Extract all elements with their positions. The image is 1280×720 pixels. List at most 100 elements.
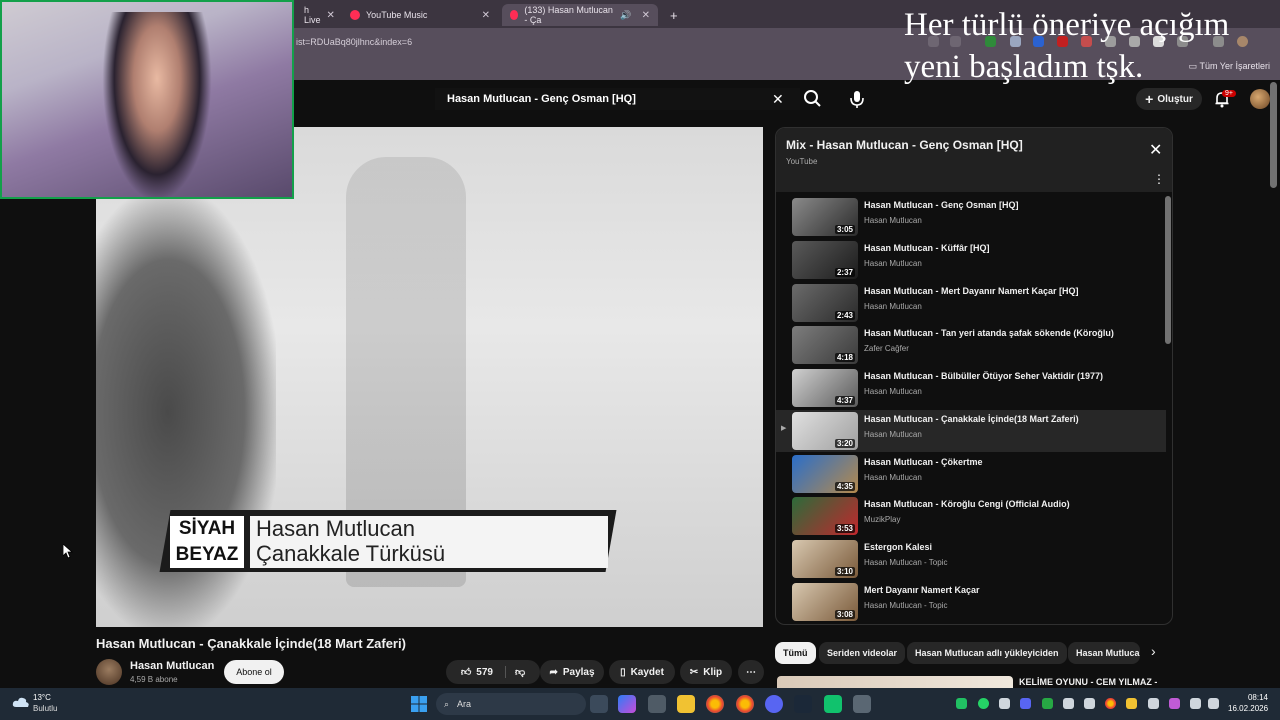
whatsapp-icon[interactable]	[978, 698, 989, 709]
recommendation-thumbnail[interactable]	[777, 676, 1013, 688]
create-button[interactable]: + Oluştur	[1136, 88, 1202, 110]
clock-date[interactable]: 16.02.2026	[1228, 704, 1268, 713]
caption-title: Hasan Mutlucan Çanakkale Türküsü	[250, 516, 608, 568]
microphone-icon[interactable]	[1169, 698, 1180, 709]
thumbs-down-icon[interactable]: 👎︎	[511, 666, 525, 678]
share-icon: ➦	[549, 666, 558, 678]
chrome-icon[interactable]	[1105, 698, 1116, 709]
network-icon[interactable]	[1190, 698, 1201, 709]
chevron-right-icon[interactable]: ›	[1151, 643, 1156, 659]
chrome-icon[interactable]	[736, 695, 754, 713]
cloud-icon	[12, 697, 29, 707]
volume-icon[interactable]	[1208, 698, 1219, 709]
video-thumbnail: 4:18	[792, 326, 858, 364]
clock-time[interactable]: 08:14	[1228, 693, 1268, 702]
windows-start-icon[interactable]	[410, 695, 428, 713]
taskbar-search-label: Ara	[457, 699, 472, 709]
close-icon[interactable]: ✕	[642, 10, 650, 21]
close-icon[interactable]: ✕	[482, 10, 490, 21]
item-channel: Hasan Mutlucan	[864, 259, 922, 268]
chip-uploader[interactable]: Hasan Mutlucan adlı yükleyiciden	[907, 642, 1067, 664]
speaker-icon[interactable]: 🔊	[620, 10, 631, 21]
account-avatar[interactable]	[1250, 89, 1270, 109]
playlist-item[interactable]: 4:37 Hasan Mutlucan - Bülbüller Ötüyor S…	[776, 367, 1166, 409]
tab-live[interactable]: h Live ✕	[296, 4, 338, 26]
tab-active-video[interactable]: (133) Hasan Mutlucan - Ça 🔊 ✕	[502, 4, 658, 26]
steam-icon[interactable]	[1084, 698, 1095, 709]
close-icon[interactable]: ✕	[327, 10, 335, 21]
duration-badge: 3:20	[834, 439, 855, 448]
steam-icon[interactable]	[794, 695, 812, 713]
playlist-item[interactable]: 2:43 Hasan Mutlucan - Mert Dayanır Namer…	[776, 282, 1166, 324]
chip-series[interactable]: Seriden videolar	[819, 642, 906, 664]
tray-icon[interactable]	[1063, 698, 1074, 709]
weather-description[interactable]: Bulutlu	[33, 704, 57, 713]
search-icon[interactable]	[800, 86, 826, 112]
item-channel: Hasan Mutlucan	[864, 387, 922, 396]
playlist-item-current[interactable]: ▶ 3:20 Hasan Mutlucan - Çanakkale İçinde…	[776, 410, 1166, 452]
playlist-item[interactable]: 3:05 Hasan Mutlucan - Genç Osman [HQ] Ha…	[776, 196, 1166, 238]
duration-badge: 4:35	[834, 482, 855, 491]
like-dislike-group: 👍︎ 579 👎︎	[446, 660, 540, 684]
microphone-icon[interactable]	[843, 86, 871, 112]
url-text[interactable]: ist=RDUaBq80jlhnc&index=6	[296, 37, 412, 47]
playlist-title: Mix - Hasan Mutlucan - Genç Osman [HQ]	[786, 138, 1023, 152]
item-title: Hasan Mutlucan - Mert Dayanır Namert Kaç…	[864, 286, 1079, 296]
tray-icon[interactable]	[999, 698, 1010, 709]
clip-button[interactable]: ✂ Klip	[680, 660, 732, 684]
tab-youtube-music[interactable]: YouTube Music ✕	[342, 4, 498, 26]
subscribe-button[interactable]: Abone ol	[224, 660, 284, 684]
app-icon[interactable]	[853, 695, 871, 713]
share-button[interactable]: ➦ Paylaş	[540, 660, 604, 684]
tray-icon[interactable]	[1148, 698, 1159, 709]
video-thumbnail: 4:37	[792, 369, 858, 407]
item-title: Hasan Mutlucan - Köroğlu Cengi (Official…	[864, 499, 1070, 509]
playlist-item[interactable]: 2:37 Hasan Mutlucan - Küffâr [HQ] Hasan …	[776, 239, 1166, 281]
like-button[interactable]: 👍︎ 579	[461, 666, 506, 678]
duration-badge: 2:37	[834, 268, 855, 277]
item-channel: Zafer Cağfer	[864, 344, 909, 353]
discord-icon[interactable]	[1020, 698, 1031, 709]
task-view-icon[interactable]	[590, 695, 608, 713]
item-channel: Hasan Mutlucan - Topic	[864, 558, 948, 567]
channel-avatar[interactable]	[96, 659, 122, 685]
playlist-item[interactable]: 4:35 Hasan Mutlucan - Çökertme Hasan Mut…	[776, 453, 1166, 495]
more-vert-icon[interactable]: ⋮	[1153, 172, 1165, 186]
youtube-music-icon	[350, 10, 360, 20]
profile-icon[interactable]	[1237, 36, 1248, 47]
caption-tag-line1: SİYAH	[178, 518, 236, 539]
file-explorer-icon[interactable]	[677, 695, 695, 713]
new-tab-button[interactable]: +	[662, 4, 682, 26]
search-value: Hasan Mutlucan - Genç Osman [HQ]	[447, 93, 636, 105]
webcam-overlay	[0, 0, 294, 199]
playlist-scrollbar[interactable]	[1165, 196, 1171, 344]
page-scrollbar[interactable]	[1270, 82, 1277, 188]
channel-name[interactable]: Hasan Mutlucan	[130, 660, 214, 672]
recommendation-title[interactable]: KELİME OYUNU - CEM YILMAZ -	[1019, 677, 1157, 687]
playlist-item[interactable]: 3:08 Mert Dayanır Namert Kaçar Hasan Mut…	[776, 581, 1166, 623]
weather-temperature[interactable]: 13°C	[33, 693, 51, 702]
chip-related[interactable]: Hasan Mutluca	[1068, 642, 1140, 664]
chrome-icon[interactable]	[706, 695, 724, 713]
playlist-item[interactable]: 4:18 Hasan Mutlucan - Tan yeri atanda şa…	[776, 324, 1166, 366]
chip-all[interactable]: Tümü	[775, 642, 816, 664]
close-icon[interactable]: ✕	[1149, 140, 1162, 160]
tray-icon[interactable]	[956, 698, 967, 709]
video-player[interactable]: SİYAH BEYAZ Hasan Mutlucan Çanakkale Tür…	[96, 127, 763, 627]
tray-icon[interactable]	[1042, 698, 1053, 709]
app-icon[interactable]	[648, 695, 666, 713]
playlist-item[interactable]: 3:10 Estergon Kalesi Hasan Mutlucan - To…	[776, 538, 1166, 580]
duration-badge: 3:53	[834, 524, 855, 533]
app-icon[interactable]	[824, 695, 842, 713]
save-button[interactable]: ▯ Kaydet	[609, 660, 675, 684]
video-thumbnail: 3:53	[792, 497, 858, 535]
tray-icon[interactable]	[1126, 698, 1137, 709]
discord-icon[interactable]	[765, 695, 783, 713]
taskbar-search[interactable]: ⌕ Ara	[436, 693, 586, 715]
more-actions-button[interactable]: ⋯	[738, 660, 764, 684]
save-label: Kaydet	[630, 666, 664, 678]
playlist-item[interactable]: 3:53 Hasan Mutlucan - Köroğlu Cengi (Off…	[776, 495, 1166, 537]
copilot-icon[interactable]	[618, 695, 636, 713]
clear-search-icon[interactable]: ✕	[772, 91, 784, 108]
search-input[interactable]: Hasan Mutlucan - Genç Osman [HQ]	[435, 88, 800, 110]
